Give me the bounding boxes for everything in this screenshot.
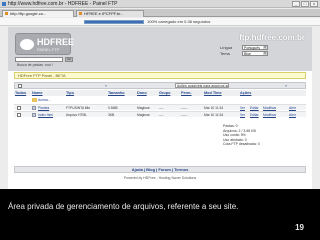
theme-label: Tema (220, 51, 230, 56)
load-progress-fill (85, 21, 143, 23)
close-button[interactable]: x (310, 1, 318, 7)
beta-banner: HDFree FTP Panel - BETA (14, 72, 306, 79)
tab-label: http://ftp.google.co... (10, 11, 47, 16)
table-row[interactable]: Planeta FTPUSINTA Mie 0.5MB Maginue ----… (14, 104, 306, 110)
page-icon (5, 12, 8, 15)
tab-label: HFREE e IPCFPF.br... (84, 11, 124, 16)
search-button[interactable]: OK (65, 57, 73, 62)
language-value: Português (244, 46, 260, 50)
file-name[interactable]: index.html (38, 112, 64, 118)
open-action[interactable]: Abrir (289, 112, 296, 118)
chevron-down-icon: ▾ (263, 51, 267, 55)
col-grupo[interactable]: Grupo (159, 90, 170, 96)
window-title-bar: http://www.hdfree.com.br - HDFREE - Pain… (0, 0, 320, 8)
page-icon (79, 12, 82, 15)
language-select[interactable]: Português ▾ (242, 45, 268, 50)
tab-bar: http://ftp.google.co... HFREE e IPCFPF.b… (0, 9, 320, 17)
favicon-icon (2, 2, 6, 6)
maximize-button[interactable]: □ (301, 1, 309, 7)
file-type: Arquivo HTML (66, 113, 88, 117)
cloud-logo-icon (20, 39, 34, 50)
file-size: 3KB (108, 113, 115, 117)
col-tipo[interactable]: Tipo (66, 90, 74, 96)
browser-screenshot: http://www.hdfree.com.br - HDFREE - Pain… (0, 0, 320, 189)
ftp-panel-page: HDFREE PAINEL FTP ftp.hdfree.com.br Líng… (8, 27, 312, 189)
chevron-down-icon: ▾ (263, 45, 267, 49)
col-perm[interactable]: Perm. (181, 90, 192, 96)
col-nome[interactable]: Nome (32, 90, 43, 96)
file-icon (32, 106, 36, 110)
preferences-block: Língua Português ▾ Tema Blue ▾ (220, 45, 292, 59)
search-hint: Busca de pastas: root / (17, 63, 53, 67)
powered-by-text: Powered by HDFree - Hosting Naver Soluti… (123, 176, 197, 180)
load-status-text: 100% carregado em 0.36 segundos (147, 19, 211, 24)
bulk-action-select[interactable]: Ações possíveis para arquivos selecionad… (175, 83, 229, 88)
browser-tab-2[interactable]: HFREE e IPCFPF.br... (76, 10, 144, 17)
file-perm: ------ (181, 113, 188, 117)
browser-tab-1[interactable]: http://ftp.google.co... (2, 10, 74, 17)
next-page-link[interactable]: » (285, 84, 287, 88)
slide-page-number: 19 (295, 223, 304, 232)
window-title: http://www.hdfree.com.br - HDFREE - Pain… (8, 1, 118, 7)
file-owner: Maginue (137, 113, 150, 117)
row-checkbox[interactable] (17, 113, 21, 117)
file-mtime: Mar 10 11:34 (204, 113, 224, 117)
col-todos[interactable]: Todos (15, 90, 26, 96)
col-mod-time[interactable]: Mod Time (204, 90, 222, 96)
file-table-header: Todos Nome Tipo Tamanho Dono Grupo Perm.… (14, 90, 306, 96)
load-progress-bar (84, 20, 144, 24)
minimize-button[interactable]: _ (292, 1, 300, 7)
col-dono[interactable]: Dono (137, 90, 147, 96)
parent-folder-row[interactable]: Acima... (14, 97, 306, 103)
window-controls: _ □ x (292, 1, 318, 7)
edit-action[interactable]: Editar (250, 112, 259, 118)
theme-value: Blue (244, 52, 252, 56)
modify-action[interactable]: Modificar (263, 112, 276, 118)
site-name: ftp.hdfree.com.br (239, 33, 305, 42)
footer-links[interactable]: Ajuda | Blog | Forum | Termos (14, 166, 306, 173)
load-status-row: 100% carregado em 0.36 segundos (0, 18, 320, 26)
hdfree-logo[interactable]: HDFREE PAINEL FTP (15, 33, 75, 55)
col-acoes: Ações (240, 91, 252, 95)
select-all-checkbox[interactable] (18, 84, 22, 88)
parent-folder-link[interactable]: Acima... (38, 97, 51, 103)
slide-caption: Área privada de gerenciamento de arquivo… (8, 202, 239, 211)
file-group: ---- (159, 113, 164, 117)
folder-icon (32, 98, 37, 102)
row-checkbox[interactable] (17, 106, 21, 110)
logo-title: HDFREE (37, 37, 75, 47)
prev-page-link[interactable]: « (105, 84, 107, 88)
col-tamanho[interactable]: Tamanho (108, 90, 125, 96)
summary-line: Cota FTP desativada: 0 (223, 142, 260, 147)
view-action[interactable]: Ver (240, 112, 245, 118)
usage-summary: Pastas: 0 Arquivos: 2 / 3.65 KB Uso cont… (223, 124, 293, 147)
file-toolbar: « Ações possíveis para arquivos selecion… (14, 82, 306, 89)
path-search-input[interactable] (15, 57, 63, 62)
file-icon (32, 113, 36, 117)
panel-header: HDFREE PAINEL FTP ftp.hdfree.com.br Líng… (8, 27, 312, 71)
logo-subtitle: PAINEL FTP (37, 47, 60, 52)
theme-select[interactable]: Blue ▾ (242, 51, 268, 56)
table-row[interactable]: index.html Arquivo HTML 3KB Maginue ----… (14, 111, 306, 117)
